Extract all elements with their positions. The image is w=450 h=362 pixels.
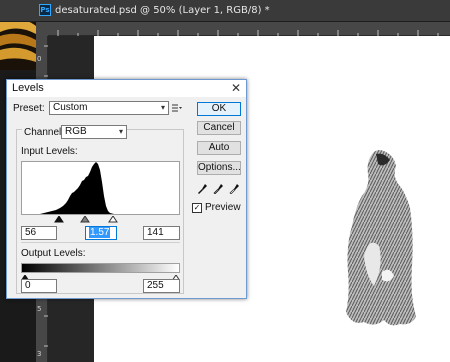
- gray-eyedropper-icon[interactable]: [213, 183, 223, 194]
- input-white-field[interactable]: 141: [143, 226, 180, 240]
- divider: [21, 242, 180, 243]
- photoshop-icon: Ps: [39, 4, 51, 16]
- preview-label: Preview: [205, 202, 241, 213]
- preset-label: Preset:: [13, 103, 45, 114]
- auto-button[interactable]: Auto: [197, 141, 241, 155]
- output-white-field[interactable]: 255: [143, 279, 180, 293]
- black-point-handle: [54, 215, 64, 223]
- ok-button[interactable]: OK: [197, 102, 241, 116]
- input-black-field[interactable]: 56: [21, 226, 57, 240]
- dialog-titlebar[interactable]: Levels ✕: [7, 80, 246, 97]
- output-gradient: [21, 263, 180, 273]
- channel-value: RGB: [65, 126, 87, 137]
- white-point-handle: [108, 215, 118, 223]
- ruler-label: 0: [37, 55, 41, 63]
- dialog-title: Levels: [12, 82, 44, 94]
- input-black-value: 56: [25, 227, 37, 238]
- channel-select[interactable]: RGB ▾: [61, 125, 127, 139]
- channel-label: Channel:: [22, 127, 67, 138]
- output-black-field[interactable]: 0: [21, 279, 57, 293]
- black-eyedropper-icon[interactable]: [197, 183, 207, 194]
- input-slider[interactable]: [21, 215, 180, 223]
- document-tab-bar: Ps desaturated.psd @ 50% (Layer 1, RGB/8…: [0, 0, 450, 22]
- ruler-label: 3: [37, 350, 41, 358]
- document-tab[interactable]: desaturated.psd @ 50% (Layer 1, RGB/8) *: [55, 3, 270, 19]
- cancel-button[interactable]: Cancel: [197, 121, 241, 135]
- ruler-corner[interactable]: [36, 22, 48, 36]
- close-icon[interactable]: ✕: [231, 81, 241, 95]
- histogram: [21, 161, 180, 215]
- input-levels-label: Input Levels:: [21, 146, 78, 157]
- levels-dialog: Levels ✕ Preset: Custom ▾ Channel: RGB ▾…: [6, 79, 247, 299]
- gamma-handle: [80, 215, 90, 223]
- options-button[interactable]: Options...: [197, 161, 241, 175]
- preset-value: Custom: [53, 102, 88, 113]
- chevron-down-icon: ▾: [160, 103, 165, 112]
- input-gamma-value: 1.57: [89, 227, 111, 238]
- output-levels-label: Output Levels:: [21, 248, 86, 259]
- preview-checkbox[interactable]: ✓: [192, 203, 202, 213]
- output-white-value: 255: [147, 280, 164, 291]
- white-eyedropper-icon[interactable]: [229, 183, 239, 194]
- preset-menu-icon[interactable]: [172, 103, 182, 113]
- ruler-label: 5: [37, 305, 41, 313]
- output-black-value: 0: [25, 280, 31, 291]
- input-gamma-field[interactable]: 1.57: [85, 226, 117, 240]
- input-white-value: 141: [147, 227, 164, 238]
- preset-select[interactable]: Custom ▾: [49, 101, 169, 115]
- ruler-top[interactable]: [48, 22, 450, 36]
- chevron-down-icon: ▾: [118, 127, 123, 136]
